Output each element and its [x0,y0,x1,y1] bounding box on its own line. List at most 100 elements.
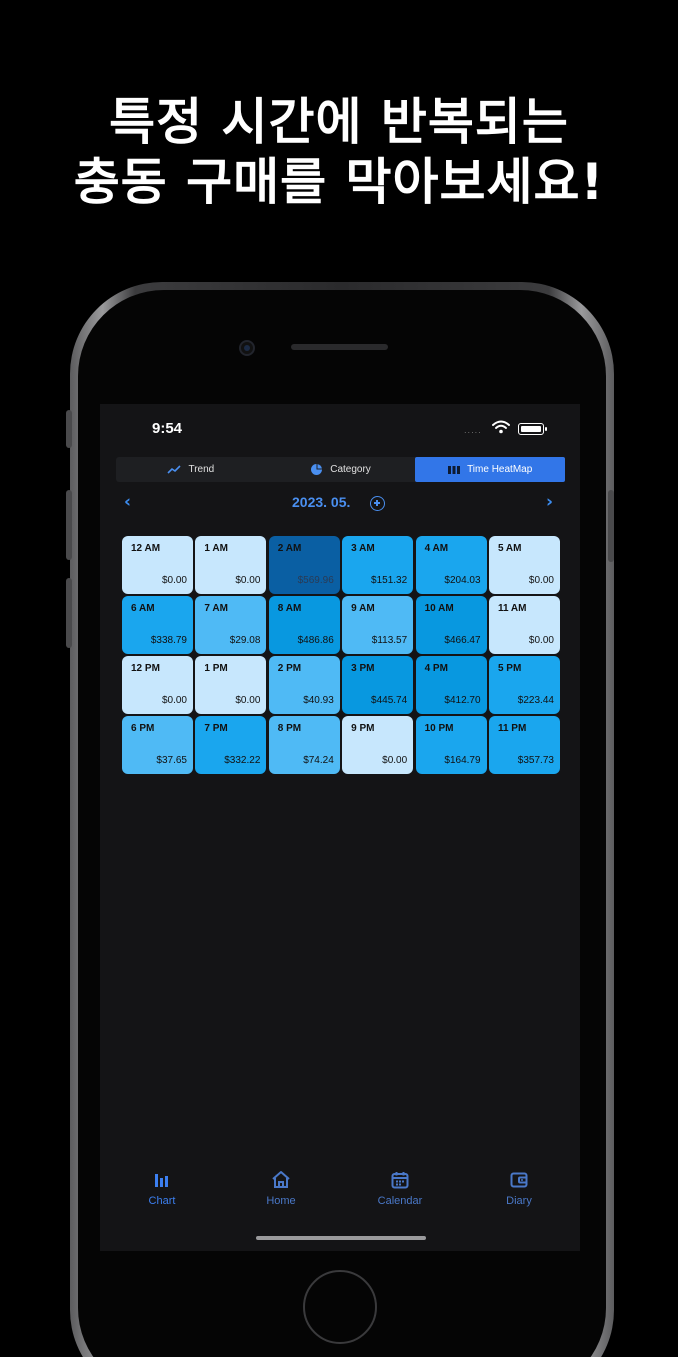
heatmap-cell-amount: $113.57 [371,635,408,646]
heatmap-cell-amount: $74.24 [303,755,334,766]
heatmap-cell-hour: 2 AM [277,543,302,554]
heatmap-cell[interactable]: 10 AM $466.47 [415,596,487,654]
heatmap-cell-hour: 8 AM [277,603,302,614]
heatmap-cell[interactable]: 2 PM $40.93 [268,656,340,714]
front-camera [239,340,255,356]
heatmap-cell[interactable]: 6 PM $37.65 [122,716,193,774]
heatmap-cell-hour: 5 AM [497,543,522,554]
heatmap-cell[interactable]: 12 PM $0.00 [122,656,193,714]
heatmap-cell[interactable]: 5 AM $0.00 [488,536,560,594]
heatmap-cell[interactable]: 7 PM $332.22 [195,716,267,774]
heatmap-cell-amount: $0.00 [161,575,187,586]
heatmap-cell[interactable]: 4 PM $412.70 [415,656,487,714]
heatmap-cell-amount: $223.44 [517,695,554,706]
heatmap-cell-hour: 4 PM [424,663,448,674]
heatmap-cell-hour: 11 PM [497,723,527,734]
heatmap-cell-hour: 7 PM [204,723,228,734]
heatmap-cell[interactable]: 5 PM $223.44 [488,656,560,714]
heatmap-cell-amount: $0.00 [235,575,261,586]
calendar-icon [391,1172,409,1189]
heatmap-cell-hour: 2 PM [277,663,302,674]
segment-label: Time HeatMap [467,464,533,475]
tab-calendar[interactable]: Calendar [340,1170,460,1207]
tab-chart[interactable]: Chart [102,1170,222,1207]
tab-diary[interactable]: Diary [459,1170,579,1207]
heatmap-cell-amount: $0.00 [235,695,261,706]
heatmap-cell-hour: 6 AM [131,603,155,614]
tab-label: Home [266,1195,296,1207]
heatmap-cell[interactable]: 10 PM $164.79 [415,716,487,774]
heatmap-cell-amount: $37.65 [156,755,187,766]
segment-time-heatmap[interactable]: Time HeatMap [415,457,566,482]
segment-trend[interactable]: Trend [116,457,266,482]
heatmap-cell-amount: $0.00 [161,695,187,706]
home-icon [272,1171,290,1188]
battery-icon [518,423,547,435]
heatmap-cell-hour: 3 PM [351,663,375,674]
heatmap-cell-amount: $40.93 [303,695,334,706]
heatmap-cell-amount: $338.79 [150,635,187,646]
heatmap-cell-amount: $164.79 [444,755,481,766]
headline-line-1: 특정 시간에 반복되는 [109,93,569,151]
heatmap-cell-hour: 7 AM [204,603,228,614]
heatmap-cell[interactable]: 3 PM $445.74 [342,656,414,714]
heatmap-cell-amount: $151.32 [371,575,408,586]
heatmap-cell-hour: 10 AM [424,603,454,614]
heatmap-cell[interactable]: 2 AM $569.96 [268,536,340,594]
heatmap-cell-hour: 1 PM [204,663,228,674]
heatmap-cell[interactable]: 9 AM $113.57 [342,596,414,654]
volume-down-button [66,578,72,648]
heatmap-cell-amount: $569.96 [297,575,334,586]
current-month-label[interactable]: 2023. 05. [292,494,350,510]
heatmap-cell[interactable]: 8 AM $486.86 [268,596,340,654]
home-indicator [256,1236,426,1240]
heatmap-cell[interactable]: 7 AM $29.08 [195,596,267,654]
segment-label: Category [330,464,371,475]
heatmap-cell[interactable]: 9 PM $0.00 [342,716,414,774]
month-picker-plus-icon[interactable] [370,496,385,511]
wallet-icon [510,1172,528,1188]
heatmap-cell[interactable]: 3 AM $151.32 [342,536,414,594]
heatmap-cell-amount: $486.86 [297,635,334,646]
bottom-tab-bar: Chart Home Calendar Diary [100,1170,580,1220]
heatmap-cell[interactable]: 1 PM $0.00 [195,656,267,714]
tab-label: Chart [148,1195,176,1207]
heatmap-cell[interactable]: 11 AM $0.00 [488,596,560,654]
cellular-signal-icon: ..... [464,426,482,435]
heatmap-cell[interactable]: 6 AM $338.79 [122,596,193,654]
heatmap-cell-hour: 12 PM [131,663,160,674]
power-button [608,490,614,562]
next-month-button[interactable]: › [546,492,553,512]
heatmap-cell-hour: 8 PM [277,723,302,734]
bar-chart-icon [155,1174,168,1187]
home-button[interactable] [303,1270,377,1344]
heatmap-cell[interactable]: 8 PM $74.24 [268,716,340,774]
heatmap-cell[interactable]: 1 AM $0.00 [195,536,267,594]
segment-label: Trend [188,464,215,475]
time-heatmap-grid: 12 AM $0.00 1 AM $0.00 2 AM $569.96 3 AM $151.3… [122,536,560,774]
month-navigator: ‹ 2023. 05. › [100,492,580,516]
heatmap-cell-hour: 9 AM [351,603,375,614]
heatmap-grid-icon [448,465,461,474]
heatmap-cell-hour: 3 AM [351,543,375,554]
heatmap-cell-hour: 9 PM [351,723,375,734]
prev-month-button[interactable]: ‹ [124,492,131,512]
segment-category[interactable]: Category [266,457,416,482]
wifi-icon [492,420,510,434]
heatmap-cell-hour: 1 AM [204,543,228,554]
pie-chart-icon [311,464,323,475]
mute-switch [66,410,72,448]
heatmap-cell[interactable]: 4 AM $204.03 [415,536,487,594]
trend-line-icon [167,464,182,474]
heatmap-cell[interactable]: 11 PM $357.73 [488,716,560,774]
volume-up-button [66,490,72,560]
heatmap-cell[interactable]: 12 AM $0.00 [122,536,193,594]
heatmap-cell-amount: $0.00 [528,635,554,646]
heatmap-cell-hour: 10 PM [424,723,454,734]
heatmap-cell-amount: $466.47 [444,635,481,646]
tab-label: Diary [506,1195,532,1207]
heatmap-cell-amount: $445.74 [371,695,408,706]
app-screen: 9:54 ..... Trend Category Time HeatMap ‹… [100,404,580,1251]
tab-home[interactable]: Home [221,1170,341,1207]
heatmap-cell-hour: 5 PM [497,663,522,674]
